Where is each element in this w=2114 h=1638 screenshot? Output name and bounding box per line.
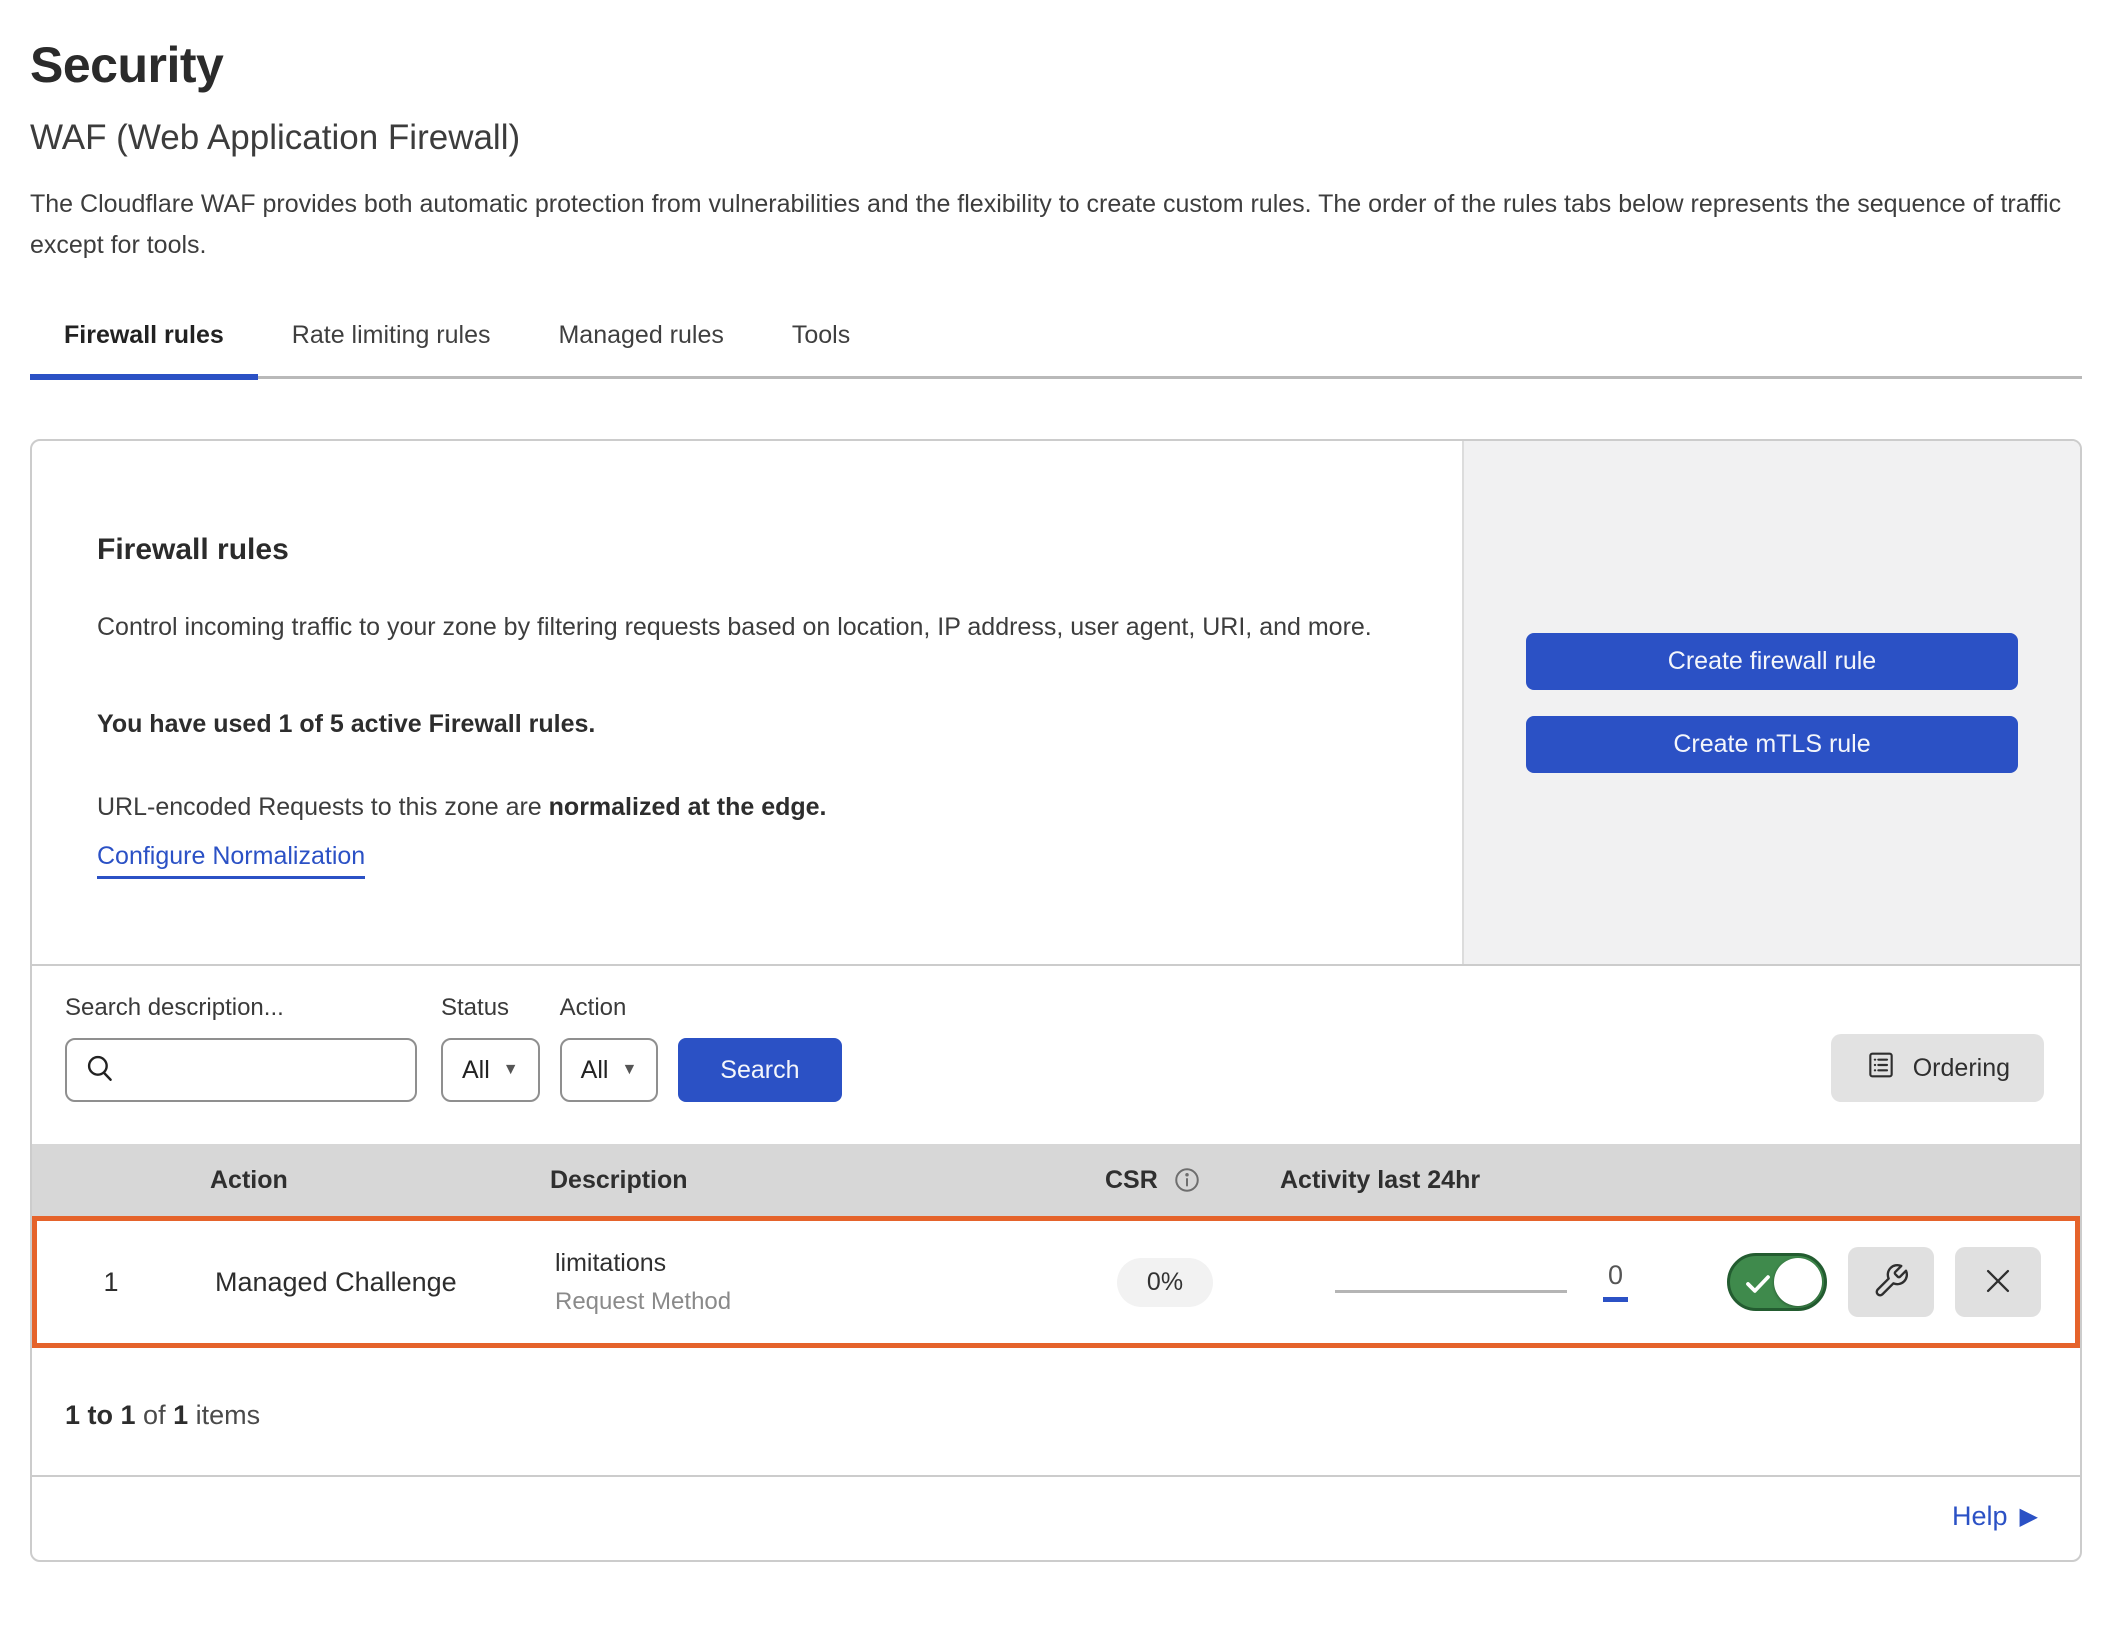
security-waf-page: Security WAF (Web Application Firewall) … — [0, 0, 2114, 1562]
info-icon[interactable] — [1172, 1165, 1202, 1195]
action-label: Action — [560, 994, 679, 1022]
activity-count-link[interactable]: 0 — [1603, 1262, 1628, 1302]
create-firewall-rule-button[interactable]: Create firewall rule — [1526, 633, 2018, 690]
firewall-rules-card-text: Firewall rules Control incoming traffic … — [32, 441, 1462, 964]
table-header-row: Action Description CSR Activity last 24h… — [32, 1144, 2080, 1216]
rule-action: Managed Challenge — [185, 1267, 525, 1298]
ordering-button[interactable]: Ordering — [1831, 1034, 2044, 1102]
rule-description-cell: limitations Request Method — [525, 1249, 1045, 1316]
normalization-text-bold: normalized at the edge. — [549, 793, 827, 821]
header-description: Description — [520, 1166, 1040, 1195]
pagination-range: 1 to 1 — [65, 1400, 136, 1430]
normalization-text: URL-encoded Requests to this zone are no… — [97, 793, 1392, 822]
firewall-rule-row[interactable]: 1 Managed Challenge limitations Request … — [32, 1216, 2080, 1348]
create-mtls-rule-button[interactable]: Create mTLS rule — [1526, 716, 2018, 773]
tab-bar: Firewall rules Rate limiting rules Manag… — [30, 311, 2082, 379]
normalization-text-prefix: URL-encoded Requests to this zone are — [97, 793, 549, 821]
search-input[interactable] — [117, 1056, 367, 1085]
rule-expression: Request Method — [555, 1288, 1045, 1316]
search-button[interactable]: Search — [678, 1038, 841, 1102]
rule-csr-cell: 0% — [1045, 1258, 1285, 1307]
close-icon — [1981, 1264, 2015, 1301]
firewall-rules-card: Firewall rules Control incoming traffic … — [32, 441, 2080, 964]
header-csr-label: CSR — [1105, 1166, 1158, 1195]
card-body-text: Control incoming traffic to your zone by… — [97, 603, 1392, 652]
activity-sparkline — [1335, 1290, 1567, 1293]
create-buttons-panel: Create firewall rule Create mTLS rule — [1462, 441, 2080, 964]
status-dropdown-value: All — [462, 1056, 490, 1085]
search-box[interactable] — [65, 1038, 417, 1102]
filter-bar: Search description... Status All — [32, 964, 2080, 1144]
panel-footer: Help ▶ — [32, 1475, 2080, 1560]
search-icon — [83, 1051, 117, 1090]
configure-normalization-link[interactable]: Configure Normalization — [97, 842, 365, 879]
action-dropdown-value: All — [581, 1056, 609, 1085]
action-dropdown[interactable]: All ▼ — [560, 1038, 659, 1102]
help-arrow-icon: ▶ — [2020, 1502, 2038, 1531]
delete-rule-button[interactable] — [1955, 1247, 2041, 1317]
status-label: Status — [441, 994, 560, 1022]
chevron-down-icon: ▼ — [621, 1061, 637, 1079]
header-activity: Activity last 24hr — [1280, 1166, 1688, 1195]
page-description: The Cloudflare WAF provides both automat… — [30, 184, 2080, 265]
check-icon — [1743, 1271, 1773, 1302]
search-description-label: Search description... — [65, 994, 441, 1022]
ordering-button-label: Ordering — [1913, 1054, 2010, 1083]
status-dropdown[interactable]: All ▼ — [441, 1038, 540, 1102]
pagination-of: of — [143, 1400, 166, 1430]
search-description-group: Search description... — [65, 994, 441, 1102]
header-action: Action — [180, 1166, 520, 1195]
tab-tools[interactable]: Tools — [758, 311, 884, 376]
tab-rate-limiting-rules[interactable]: Rate limiting rules — [258, 311, 525, 376]
action-filter-group: Action All ▼ — [560, 994, 679, 1102]
edit-rule-button[interactable] — [1848, 1247, 1934, 1317]
firewall-rules-panel: Firewall rules Control incoming traffic … — [30, 439, 2082, 1562]
tab-firewall-rules[interactable]: Firewall rules — [30, 311, 258, 380]
help-link[interactable]: Help ▶ — [1952, 1501, 2038, 1532]
pagination-summary: 1 to 1 of 1 items — [32, 1348, 2080, 1475]
filter-controls: Search description... Status All — [65, 994, 842, 1102]
page-subtitle: WAF (Web Application Firewall) — [30, 118, 2082, 158]
chevron-down-icon: ▼ — [503, 1061, 519, 1079]
pagination-total: 1 — [173, 1400, 188, 1430]
pagination-items: items — [196, 1400, 261, 1430]
rule-activity-cell: 0 — [1285, 1262, 1683, 1302]
card-heading: Firewall rules — [97, 533, 1392, 567]
ordering-list-icon — [1865, 1049, 1897, 1088]
tab-managed-rules[interactable]: Managed rules — [524, 311, 757, 376]
usage-text: You have used 1 of 5 active Firewall rul… — [97, 710, 1392, 739]
csr-badge: 0% — [1117, 1258, 1213, 1307]
rule-order: 1 — [37, 1267, 185, 1298]
page-title: Security — [30, 36, 2082, 94]
status-filter-group: Status All ▼ — [441, 994, 560, 1102]
wrench-icon — [1872, 1262, 1910, 1303]
toggle-knob — [1774, 1258, 1822, 1306]
rule-controls — [1683, 1247, 2075, 1317]
rule-description: limitations — [555, 1249, 1045, 1278]
header-csr: CSR — [1040, 1165, 1280, 1195]
rule-enabled-toggle[interactable] — [1727, 1253, 1827, 1311]
help-link-label: Help — [1952, 1501, 2008, 1532]
